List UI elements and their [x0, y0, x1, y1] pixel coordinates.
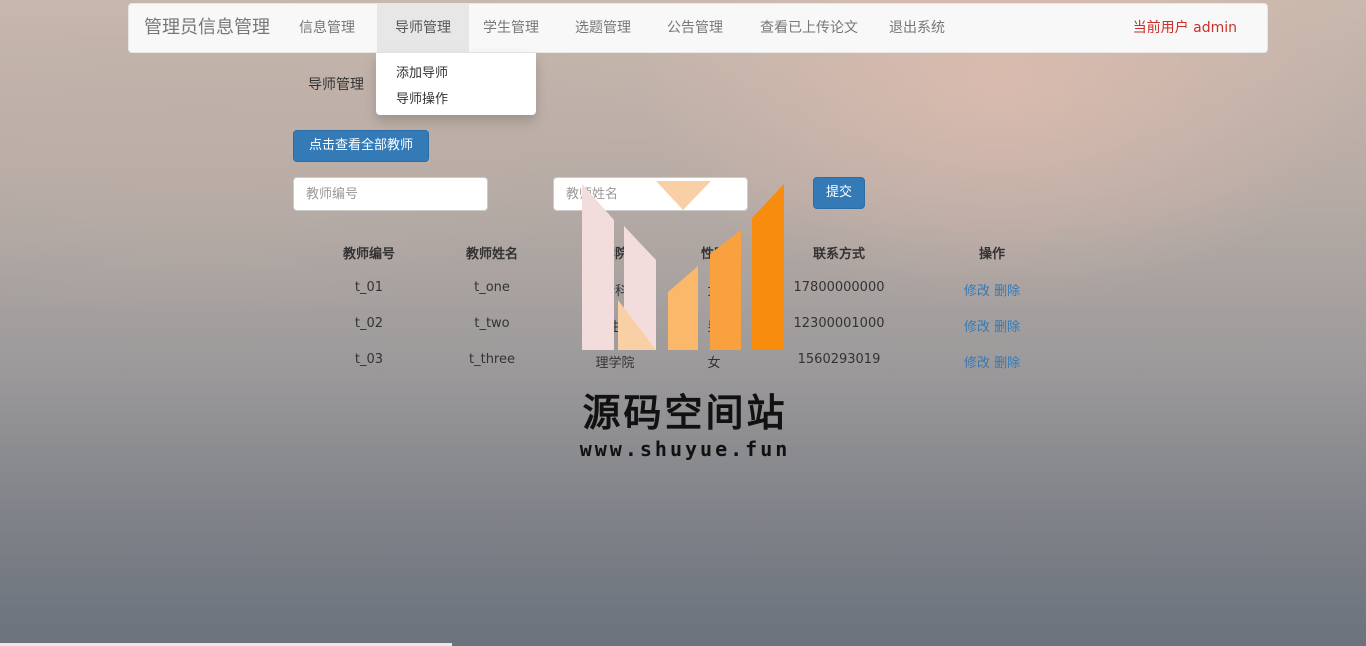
teacher-id-input[interactable]: [293, 177, 488, 211]
nav-item-topic[interactable]: 选题管理: [560, 4, 646, 52]
logo-pink-bar: [582, 184, 614, 350]
cell-name: t_three: [469, 352, 515, 367]
submit-button[interactable]: 提交: [813, 177, 865, 209]
cell-name: t_two: [474, 316, 510, 331]
watermark-logo: [582, 181, 784, 350]
cell-gender: 女: [707, 356, 721, 371]
watermark-url: www.shuyue.fun: [579, 437, 791, 461]
nav-item-tutor[interactable]: 导师管理: [377, 4, 469, 52]
logo-top-triangle: [656, 181, 711, 210]
nav-item-notice[interactable]: 公告管理: [652, 4, 738, 52]
dropdown-item-tutor-ops[interactable]: 导师操作: [396, 88, 448, 107]
nav-item-student[interactable]: 学生管理: [469, 4, 553, 52]
cell-id: t_01: [354, 280, 384, 295]
tutor-dropdown-menu: 添加导师 导师操作: [376, 53, 536, 115]
logo-orange-bar: [752, 184, 784, 350]
cell-id: t_03: [354, 352, 384, 367]
column-header-contact: 联系方式: [812, 247, 865, 262]
cell-actions: 修改 删除: [930, 280, 1054, 299]
current-user: 当前用户 admin: [1132, 20, 1237, 36]
cell-actions: 修改 删除: [930, 316, 1054, 335]
cell-contact: 1560293019: [797, 352, 881, 367]
logo-light-bar: [668, 266, 698, 350]
column-header-name: 教师姓名: [465, 247, 518, 262]
watermark-title: 源码空间站: [582, 391, 788, 435]
view-all-teachers-button[interactable]: 点击查看全部教师: [293, 130, 429, 162]
nav-item-papers[interactable]: 查看已上传论文: [749, 4, 869, 52]
nav-item-logout[interactable]: 退出系统: [877, 4, 957, 52]
cell-contact: 12300001000: [793, 316, 885, 331]
cell-contact: 17800000000: [793, 280, 885, 295]
logo-mid-bar: [710, 230, 741, 350]
cell-actions: 修改 删除: [930, 352, 1054, 371]
section-title: 导师管理: [308, 77, 364, 93]
delete-link[interactable]: 删除: [994, 284, 1020, 299]
cell-name: t_one: [474, 280, 510, 295]
edit-link[interactable]: 修改: [964, 284, 990, 299]
edit-link[interactable]: 修改: [964, 356, 990, 371]
nav-item-info[interactable]: 信息管理: [286, 4, 368, 52]
cell-id: t_02: [354, 316, 384, 331]
edit-link[interactable]: 修改: [964, 320, 990, 335]
column-header-actions: 操作: [978, 247, 1005, 262]
delete-link[interactable]: 删除: [994, 356, 1020, 371]
navbar-brand[interactable]: 管理员信息管理: [144, 4, 270, 52]
top-navbar: 管理员信息管理 信息管理 导师管理 学生管理 选题管理 公告管理 查看已上传论文…: [128, 3, 1268, 53]
dropdown-item-add-tutor[interactable]: 添加导师: [396, 62, 448, 81]
delete-link[interactable]: 删除: [994, 320, 1020, 335]
column-header-id: 教师编号: [342, 247, 395, 262]
